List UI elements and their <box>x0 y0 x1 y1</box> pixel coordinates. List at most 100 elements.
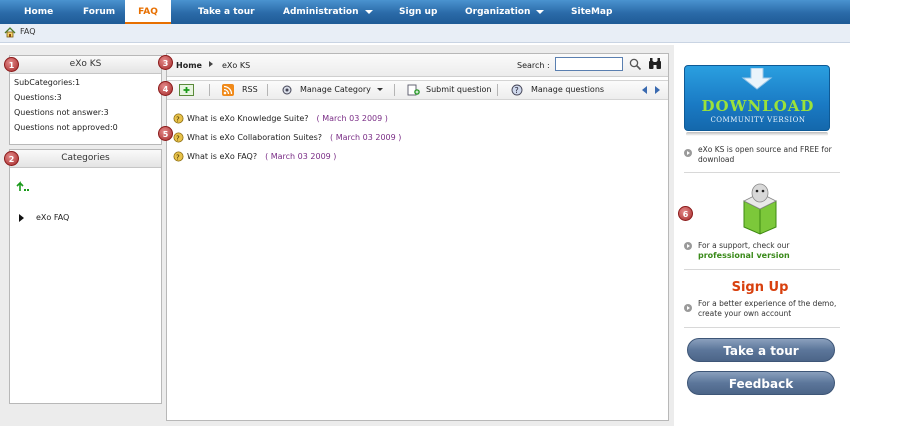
main-area: eXo KS SubCategories:1 Questions:3 Quest… <box>0 45 674 426</box>
nav-organization-label: Organization <box>465 7 531 17</box>
stat-questions: Questions:3 <box>14 93 62 102</box>
divider <box>684 172 840 173</box>
home-icon[interactable] <box>4 27 16 38</box>
product-box-icon <box>743 183 777 235</box>
download-subtitle: COMMUNITY VERSION <box>710 116 806 124</box>
search-label: Search : <box>517 61 550 70</box>
stat-value: 3 <box>103 108 109 117</box>
question-list-item[interactable]: ? What is eXo FAQ? ( March 03 2009 ) <box>173 151 336 162</box>
svg-text:?: ? <box>515 86 519 95</box>
nav-sign-up[interactable]: Sign up <box>399 0 437 24</box>
breadcrumb-current[interactable]: FAQ <box>20 27 36 36</box>
stat-value: 1 <box>75 78 81 87</box>
path-home[interactable]: Home <box>176 61 202 70</box>
question-list-item[interactable]: ? What is eXo Collaboration Suites? ( Marc… <box>173 132 401 143</box>
top-navigation-bar: Home Forum FAQ Take a tour Administratio… <box>0 0 850 24</box>
callout-badge: 2 <box>4 151 19 166</box>
bullet-arrow-icon <box>684 242 692 250</box>
categories-panel: Categories eXo FAQ <box>9 149 162 404</box>
callout-badge: 5 <box>158 126 173 141</box>
download-title: DOWNLOAD <box>701 97 815 115</box>
divider <box>684 327 840 328</box>
category-tree-item[interactable]: eXo FAQ <box>36 213 69 222</box>
take-a-tour-button[interactable]: Take a tour <box>687 338 835 362</box>
nav-take-a-tour[interactable]: Take a tour <box>198 0 255 24</box>
nav-faq[interactable]: FAQ <box>125 0 171 24</box>
path-current[interactable]: eXo KS <box>222 61 250 70</box>
callout-badge: 3 <box>158 55 173 70</box>
nav-administration-label: Administration <box>283 7 359 17</box>
content-panel: Home eXo KS Search : RSS Manage Category… <box>166 53 669 421</box>
stat-subcategories: SubCategories:1 <box>14 78 80 87</box>
download-arrow-icon <box>741 68 773 90</box>
toolbar-divider <box>497 84 498 96</box>
rss-icon[interactable] <box>222 84 234 96</box>
open-source-text: eXo KS is open source and FREE for downl… <box>698 145 832 164</box>
submit-question-icon <box>407 84 420 96</box>
download-shadow <box>686 132 828 136</box>
svg-text:?: ? <box>176 135 180 143</box>
chevron-down-icon <box>376 88 383 91</box>
nav-sitemap-label: SiteMap <box>571 7 613 17</box>
stat-questions-not-approved: Questions not approved:0 <box>14 123 118 132</box>
stat-label: Questions not answer: <box>14 108 104 117</box>
rss-button[interactable]: RSS <box>242 81 258 99</box>
stat-label: SubCategories: <box>14 78 76 87</box>
action-toolbar: RSS Manage Category Submit question ? Ma… <box>167 80 668 100</box>
nav-forum[interactable]: Forum <box>83 0 115 24</box>
toolbar-divider <box>394 84 395 96</box>
expand-arrow-icon[interactable] <box>19 214 24 222</box>
question-icon: ? <box>173 113 184 124</box>
chevron-down-icon <box>364 9 373 14</box>
question-title[interactable]: What is eXo FAQ? <box>187 152 257 161</box>
stat-label: Questions not approved: <box>14 123 113 132</box>
callout-badge: 4 <box>158 81 173 96</box>
download-button[interactable]: DOWNLOAD COMMUNITY VERSION <box>684 65 830 131</box>
stat-label: Questions: <box>14 93 57 102</box>
nav-administration[interactable]: Administration <box>283 0 373 24</box>
manage-questions-button[interactable]: Manage questions <box>531 81 604 99</box>
add-category-icon[interactable] <box>179 84 194 96</box>
nav-take-a-tour-label: Take a tour <box>198 7 255 17</box>
promo-sidebar: DOWNLOAD COMMUNITY VERSION eXo KS is ope… <box>676 45 850 415</box>
ks-info-title: eXo KS <box>10 56 161 74</box>
feedback-button[interactable]: Feedback <box>687 371 835 395</box>
question-title[interactable]: What is eXo Collaboration Suites? <box>187 133 322 142</box>
nav-organization[interactable]: Organization <box>465 0 545 24</box>
callout-badge: 1 <box>4 57 19 72</box>
search-input[interactable] <box>555 57 623 71</box>
advanced-search-binoculars-icon[interactable] <box>648 57 662 71</box>
toolbar-divider <box>267 84 268 96</box>
nav-faq-label: FAQ <box>138 7 158 17</box>
question-title[interactable]: What is eXo Knowledge Suite? <box>187 114 309 123</box>
sign-up-title[interactable]: Sign Up <box>676 280 844 295</box>
ks-info-panel: eXo KS SubCategories:1 Questions:3 Quest… <box>9 55 162 145</box>
question-icon: ? <box>173 132 184 143</box>
svg-text:?: ? <box>176 116 180 124</box>
category-path-bar: Home eXo KS Search : <box>167 54 668 77</box>
support-text: For a support, check our <box>698 241 790 250</box>
question-date: ( March 03 2009 ) <box>330 133 402 142</box>
question-date: ( March 03 2009 ) <box>265 152 337 161</box>
bullet-arrow-icon <box>684 304 692 312</box>
page-margin <box>850 0 904 426</box>
sign-up-text: For a better experience of the demo, cre… <box>698 299 837 318</box>
manage-questions-icon: ? <box>511 84 523 96</box>
nav-sitemap[interactable]: SiteMap <box>571 0 612 24</box>
search-icon[interactable] <box>629 58 642 71</box>
stat-value: 3 <box>56 93 62 102</box>
submit-question-button[interactable]: Submit question <box>426 81 491 99</box>
manage-category-label: Manage Category <box>300 85 371 94</box>
toolbar-divider <box>209 84 210 96</box>
chevron-right-icon <box>209 61 213 67</box>
question-list-item[interactable]: ? What is eXo Knowledge Suite? ( March 03 … <box>173 113 388 124</box>
nav-home[interactable]: Home <box>24 0 53 24</box>
professional-version-link[interactable]: professional version <box>698 251 790 260</box>
manage-category-button[interactable]: Manage Category <box>300 81 383 99</box>
up-level-icon[interactable] <box>16 180 32 192</box>
categories-title: Categories <box>10 150 161 168</box>
bullet-arrow-icon <box>684 149 692 157</box>
nav-forum-label: Forum <box>83 7 116 17</box>
nav-home-label: Home <box>24 7 54 17</box>
scroll-arrows-icon[interactable] <box>641 85 661 95</box>
